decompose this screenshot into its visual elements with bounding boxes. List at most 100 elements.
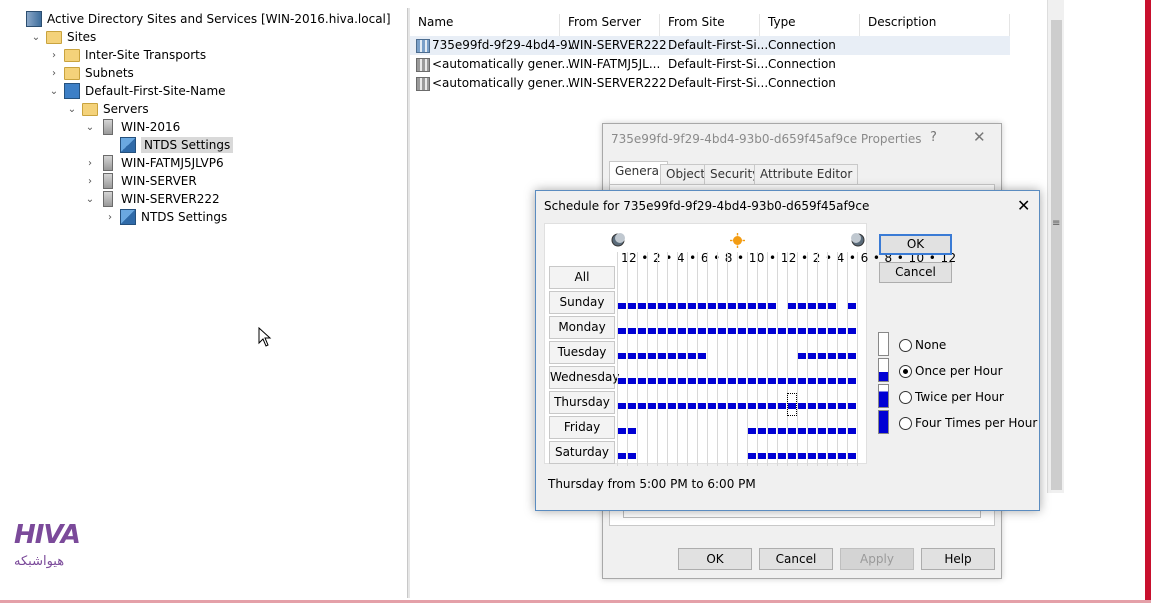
schedule-cell[interactable] [728, 453, 736, 459]
schedule-cell[interactable] [748, 428, 756, 434]
schedule-cell[interactable] [688, 453, 696, 459]
schedule-cell[interactable] [748, 328, 756, 334]
schedule-cell[interactable] [698, 378, 706, 384]
schedule-cell[interactable] [748, 303, 756, 309]
radio-twice-per-hour[interactable]: Twice per Hour [899, 390, 1004, 404]
schedule-cell[interactable] [828, 428, 836, 434]
schedule-cell[interactable] [638, 328, 646, 334]
list-row[interactable]: 735e99fd-9f29-4bd4-9... WIN-SERVER222 De… [410, 36, 1010, 55]
day-button-wednesday[interactable]: Wednesday [549, 366, 619, 389]
tree-item-winserver222[interactable]: ⌄ WIN-SERVER222 [84, 190, 220, 208]
schedule-cell[interactable] [838, 328, 846, 334]
schedule-cell[interactable] [798, 353, 806, 359]
schedule-cell[interactable] [668, 403, 676, 409]
schedule-cell[interactable] [678, 303, 686, 309]
schedule-cell[interactable] [838, 353, 846, 359]
tree-item-win2016[interactable]: ⌄ WIN-2016 [84, 118, 180, 136]
column-header-from-server[interactable]: From Server [560, 14, 660, 36]
day-button-thursday[interactable]: Thursday [549, 391, 615, 414]
help-button[interactable]: Help [921, 548, 995, 570]
schedule-cell[interactable] [648, 378, 656, 384]
schedule-cell[interactable] [748, 378, 756, 384]
schedule-cell[interactable] [768, 303, 776, 309]
schedule-cell[interactable] [838, 303, 846, 309]
schedule-cell[interactable] [818, 403, 826, 409]
schedule-cell[interactable] [768, 453, 776, 459]
schedule-cell[interactable] [668, 378, 676, 384]
column-header-type[interactable]: Type [760, 14, 860, 36]
schedule-cell[interactable] [798, 328, 806, 334]
schedule-cell[interactable] [718, 353, 726, 359]
schedule-cell[interactable] [828, 328, 836, 334]
chevron-right-icon[interactable]: › [104, 211, 116, 223]
schedule-cell[interactable] [828, 403, 836, 409]
schedule-cell[interactable] [788, 428, 796, 434]
schedule-cell[interactable] [798, 428, 806, 434]
tree-item-ntds-settings[interactable]: NTDS Settings [120, 136, 234, 154]
schedule-cell[interactable] [838, 453, 846, 459]
column-header-description[interactable]: Description [860, 14, 1010, 36]
ok-button[interactable]: OK [678, 548, 752, 570]
help-icon[interactable]: ? [930, 130, 937, 145]
tree-item-winserver[interactable]: › WIN-SERVER [84, 172, 197, 190]
schedule-cell[interactable] [758, 403, 766, 409]
schedule-cell[interactable] [718, 403, 726, 409]
tree-item-ntds-settings-2[interactable]: › NTDS Settings [104, 208, 227, 226]
schedule-cell[interactable] [778, 453, 786, 459]
schedule-cell[interactable] [688, 403, 696, 409]
schedule-cell[interactable] [828, 303, 836, 309]
schedule-cell[interactable] [808, 328, 816, 334]
schedule-cell[interactable] [648, 303, 656, 309]
schedule-cell[interactable] [828, 378, 836, 384]
schedule-cell[interactable] [618, 403, 626, 409]
schedule-cell[interactable] [698, 453, 706, 459]
schedule-cell[interactable] [678, 428, 686, 434]
schedule-cell[interactable] [648, 428, 656, 434]
schedule-cell[interactable] [738, 353, 746, 359]
schedule-cell[interactable] [748, 453, 756, 459]
schedule-cell[interactable] [848, 428, 856, 434]
schedule-cell[interactable] [758, 453, 766, 459]
schedule-cell[interactable] [848, 303, 856, 309]
day-button-saturday[interactable]: Saturday [549, 441, 615, 464]
schedule-cell[interactable] [838, 403, 846, 409]
schedule-cell[interactable] [808, 303, 816, 309]
schedule-cell[interactable] [708, 403, 716, 409]
schedule-cell[interactable] [848, 453, 856, 459]
schedule-cell[interactable] [708, 378, 716, 384]
tree-item-fatmj[interactable]: › WIN-FATMJ5JLVP6 [84, 154, 224, 172]
schedule-cell[interactable] [638, 403, 646, 409]
schedule-cell[interactable] [678, 453, 686, 459]
schedule-cell[interactable] [618, 328, 626, 334]
tree-item-servers[interactable]: ⌄ Servers [66, 100, 149, 118]
schedule-cell[interactable] [668, 328, 676, 334]
day-button-tuesday[interactable]: Tuesday [549, 341, 615, 364]
schedule-cell[interactable] [818, 453, 826, 459]
tree-item-inter-site-transports[interactable]: › Inter-Site Transports [48, 46, 206, 64]
schedule-cell[interactable] [768, 403, 776, 409]
schedule-cell[interactable] [808, 428, 816, 434]
list-row[interactable]: <automatically gener... WIN-FATMJ5JL... … [410, 55, 1010, 74]
schedule-cell[interactable] [698, 428, 706, 434]
schedule-cell[interactable] [668, 303, 676, 309]
schedule-cell[interactable] [618, 353, 626, 359]
schedule-cell[interactable] [708, 428, 716, 434]
schedule-cell[interactable] [768, 428, 776, 434]
tree-item-sites[interactable]: ⌄ Sites [30, 28, 97, 46]
schedule-cell[interactable] [618, 428, 626, 434]
radio-four-times-per-hour[interactable]: Four Times per Hour [899, 416, 1037, 430]
chevron-right-icon[interactable]: › [84, 157, 96, 169]
list-row[interactable]: <automatically gener... WIN-SERVER222 De… [410, 74, 1010, 93]
schedule-cell[interactable] [638, 453, 646, 459]
vertical-scrollbar[interactable]: ≡ [1047, 0, 1064, 493]
schedule-cell[interactable] [768, 378, 776, 384]
schedule-cell[interactable] [658, 453, 666, 459]
schedule-cell[interactable] [728, 403, 736, 409]
schedule-cell[interactable] [808, 403, 816, 409]
schedule-cell[interactable] [638, 353, 646, 359]
schedule-cell[interactable] [778, 403, 786, 409]
schedule-cell[interactable] [738, 303, 746, 309]
ok-button[interactable]: OK [879, 234, 952, 255]
schedule-cell[interactable] [848, 353, 856, 359]
schedule-cell[interactable] [738, 428, 746, 434]
